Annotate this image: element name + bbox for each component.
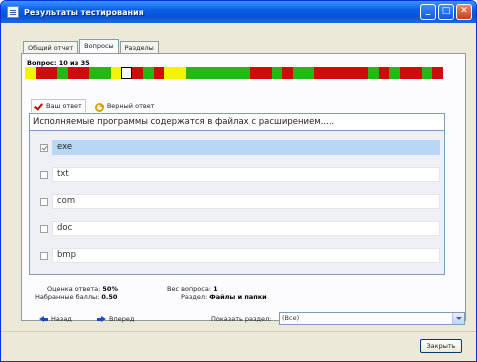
option-doc[interactable]: doc	[40, 221, 440, 236]
progress-cell[interactable]	[389, 67, 401, 79]
question-panel: Исполняемые программы содержатся в файла…	[29, 113, 445, 275]
points: Набранные баллы: 0.50	[35, 293, 117, 301]
points-label: Набранные баллы:	[35, 293, 100, 301]
tab-your-answer[interactable]: Ваш ответ	[31, 99, 86, 112]
option-bmp[interactable]: bmp	[40, 248, 440, 263]
progress-cell[interactable]	[260, 67, 272, 79]
progress-cell[interactable]	[421, 67, 433, 79]
section-filter-value: (Все)	[282, 314, 300, 322]
progress-cell[interactable]	[357, 67, 368, 79]
progress-cell[interactable]	[89, 67, 101, 79]
weight-value: 1	[213, 285, 218, 293]
option-label: exe	[52, 140, 440, 155]
forward-button[interactable]: Вперед	[97, 313, 134, 325]
option-checkbox[interactable]	[40, 197, 48, 206]
progress-cell[interactable]	[25, 67, 36, 79]
option-label: doc	[52, 221, 440, 236]
option-label: com	[52, 194, 440, 209]
progress-cell[interactable]	[271, 67, 283, 79]
section-filter-select[interactable]: (Все)	[279, 312, 465, 325]
section-value: Файлы и папки	[209, 293, 267, 301]
progress-cell-current[interactable]	[121, 67, 133, 79]
progress-cell[interactable]	[335, 67, 347, 79]
answer-score-label: Оценка ответа:	[47, 285, 101, 293]
arrow-right-icon	[97, 315, 106, 323]
progress-cell[interactable]	[292, 67, 304, 79]
chevron-down-icon[interactable]	[452, 313, 464, 324]
progress-cell[interactable]	[282, 67, 293, 79]
key-icon	[94, 102, 104, 112]
question-progress-strip	[25, 67, 444, 79]
back-button[interactable]: Назад	[39, 313, 72, 325]
progress-cell[interactable]	[196, 67, 208, 79]
section-label: Раздел:	[181, 293, 208, 301]
option-exe[interactable]: exe	[40, 140, 440, 155]
progress-cell[interactable]	[378, 67, 390, 79]
option-checkbox[interactable]	[40, 251, 48, 260]
progress-cell[interactable]	[46, 67, 58, 79]
progress-cell[interactable]	[325, 67, 336, 79]
close-window-button[interactable]: ✕	[456, 4, 472, 20]
progress-cell[interactable]	[314, 67, 326, 79]
section-filter-label: Показать раздел:	[211, 315, 272, 323]
progress-cell[interactable]	[153, 67, 165, 79]
progress-cell[interactable]	[185, 67, 197, 79]
minimize-button[interactable]: _	[420, 4, 436, 20]
progress-cell[interactable]	[142, 67, 154, 79]
window-title: Результаты тестирования	[24, 7, 144, 17]
tab-your-answer-label: Ваш ответ	[46, 102, 82, 110]
progress-cell[interactable]	[132, 67, 143, 79]
progress-cell[interactable]	[164, 67, 176, 79]
option-txt[interactable]: txt	[40, 167, 440, 182]
progress-cell[interactable]	[228, 67, 240, 79]
tab-questions[interactable]: Вопросы	[79, 39, 119, 54]
window-controls: _ □ ✕	[420, 4, 472, 20]
answer-score-value: 50%	[102, 285, 118, 293]
option-label: txt	[52, 167, 440, 182]
maximize-button[interactable]: □	[438, 4, 454, 20]
report-tabs: Общий отчет Вопросы Разделы	[23, 39, 160, 54]
question-text: Исполняемые программы содержатся в файла…	[30, 114, 444, 131]
progress-cell[interactable]	[400, 67, 411, 79]
progress-cell[interactable]	[67, 67, 79, 79]
progress-cell[interactable]	[110, 67, 122, 79]
title-bar[interactable]: Результаты тестирования _ □ ✕	[1, 1, 476, 23]
points-value: 0.50	[101, 293, 118, 301]
results-window: Результаты тестирования _ □ ✕ Общий отче…	[0, 0, 477, 362]
tab-correct-answer-label: Верный ответ	[106, 101, 155, 110]
close-button[interactable]: Закрыть	[420, 339, 462, 353]
progress-cell[interactable]	[250, 67, 261, 79]
progress-cell[interactable]	[346, 67, 358, 79]
option-checkbox[interactable]	[40, 143, 48, 152]
progress-cell[interactable]	[78, 67, 90, 79]
question-section: Раздел: Файлы и папки	[181, 293, 267, 301]
progress-cell[interactable]	[100, 67, 111, 79]
check-icon	[35, 102, 43, 110]
answer-tabs: Ваш ответ Верный ответ	[31, 99, 157, 112]
arrow-left-icon	[39, 315, 48, 323]
progress-cell[interactable]	[57, 67, 68, 79]
footer-divider	[1, 331, 476, 332]
option-checkbox[interactable]	[40, 170, 48, 179]
question-counter: Вопрос: 10 из 35	[27, 59, 90, 67]
option-checkbox[interactable]	[40, 224, 48, 233]
progress-cell[interactable]	[410, 67, 422, 79]
app-icon	[7, 6, 19, 18]
tab-correct-answer[interactable]: Верный ответ	[92, 99, 158, 112]
progress-cell[interactable]	[303, 67, 315, 79]
progress-cell[interactable]	[217, 67, 229, 79]
forward-label: Вперед	[109, 315, 135, 323]
progress-cell[interactable]	[207, 67, 218, 79]
option-com[interactable]: com	[40, 194, 440, 209]
back-label: Назад	[51, 315, 72, 323]
progress-cell[interactable]	[239, 67, 251, 79]
progress-cell[interactable]	[35, 67, 47, 79]
progress-cell[interactable]	[175, 67, 186, 79]
option-label: bmp	[52, 248, 440, 263]
progress-cell[interactable]	[432, 67, 444, 79]
weight-label: Вес вопроса:	[167, 285, 212, 293]
progress-cell[interactable]	[368, 67, 379, 79]
answer-score: Оценка ответа: 50%	[47, 285, 118, 293]
question-weight: Вес вопроса: 1	[167, 285, 218, 293]
